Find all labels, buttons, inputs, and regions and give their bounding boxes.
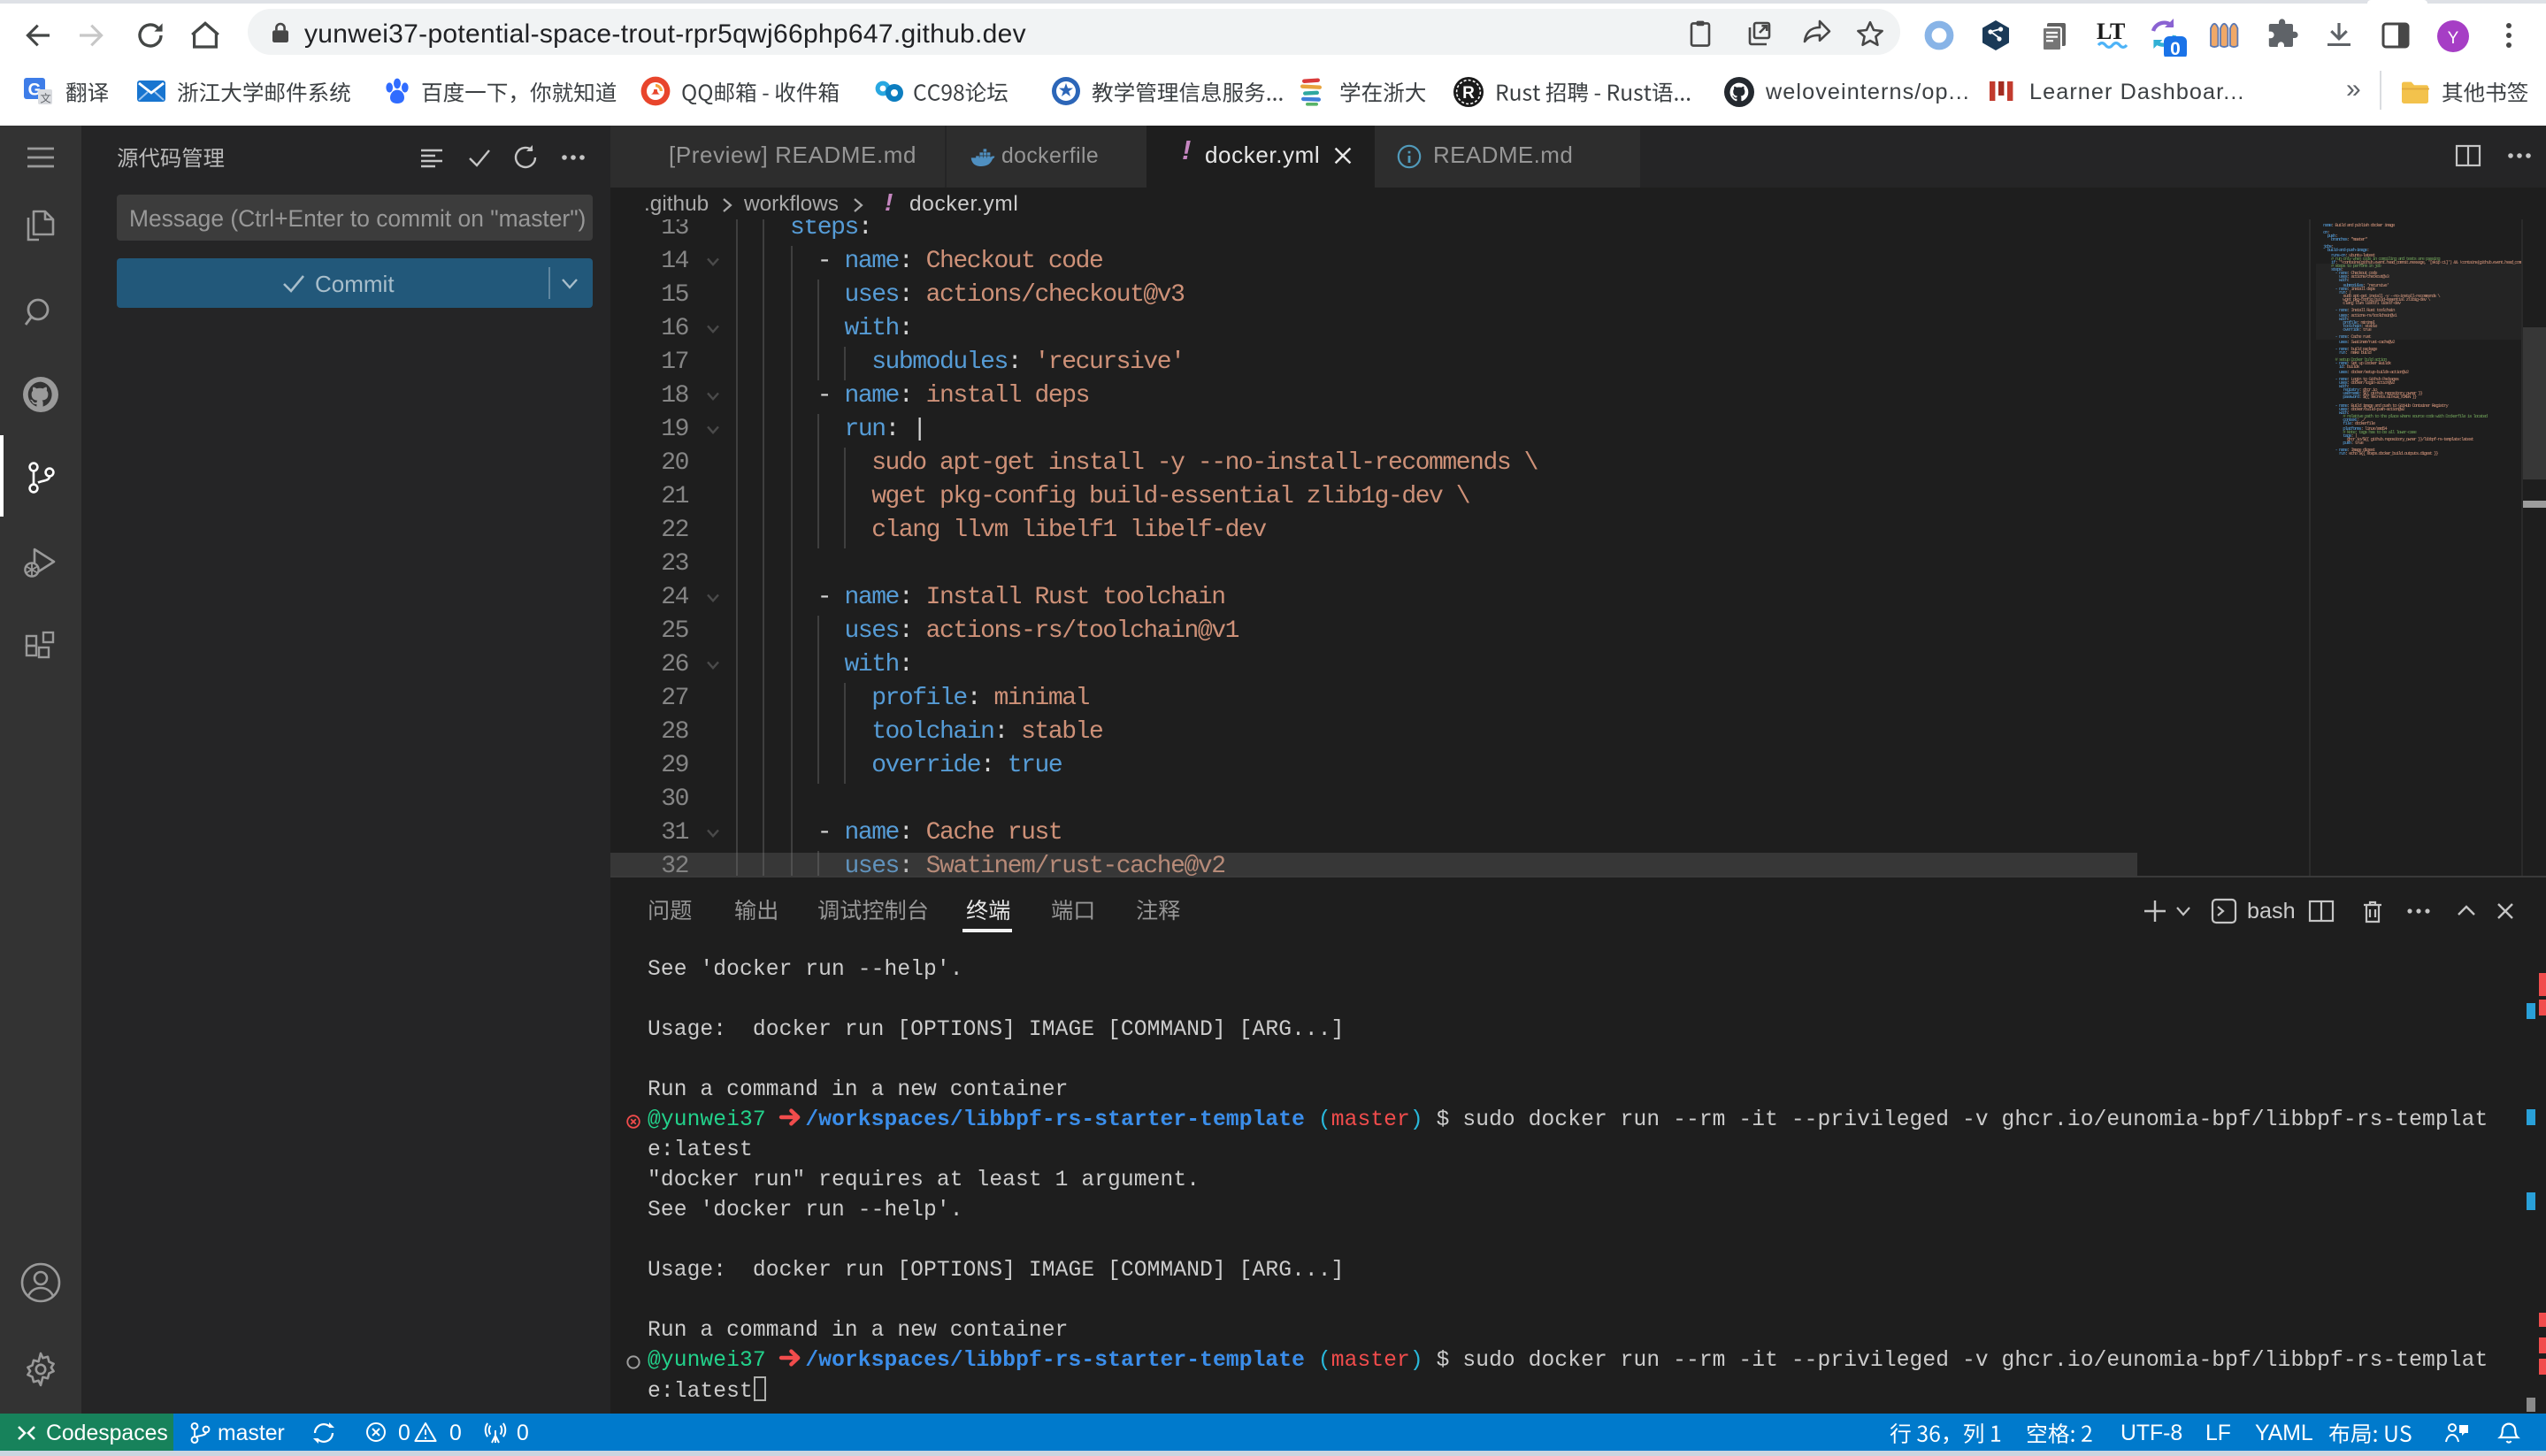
- svg-text:R: R: [1462, 83, 1475, 102]
- svg-text:Y: Y: [2448, 28, 2459, 47]
- svg-text:LT: LT: [2097, 19, 2125, 44]
